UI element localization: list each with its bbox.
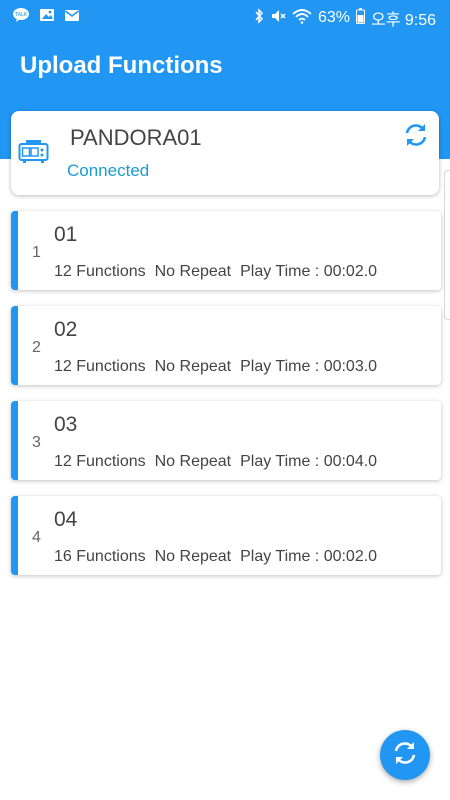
- status-bar: TALK 63% 오후 9:56: [0, 0, 450, 32]
- play-time: Play Time : 00:04.0: [240, 453, 378, 470]
- system-status: 63% 오후 9:56: [254, 6, 436, 30]
- function-list: 1 01 12 Functions No Repeat Play Time : 00…: [11, 211, 441, 591]
- battery-icon: [355, 7, 365, 29]
- function-count: 12 Functions: [54, 358, 146, 375]
- refresh-icon: [392, 741, 418, 770]
- play-time: Play Time : 00:02.0: [240, 548, 378, 565]
- function-count: 12 Functions: [54, 453, 146, 470]
- svg-text:TALK: TALK: [14, 12, 28, 18]
- device-panel-icon: [18, 139, 50, 170]
- list-item[interactable]: 4 04 16 Functions No Repeat Play Time : 00…: [11, 496, 441, 575]
- device-card: PANDORA01 Connected: [11, 111, 439, 195]
- device-name: PANDORA01: [70, 125, 202, 150]
- item-info: 16 Functions No Repeat Play Time : 00:02.0: [54, 548, 377, 566]
- repeat-mode: No Repeat: [154, 548, 232, 565]
- repeat-mode: No Repeat: [154, 358, 232, 375]
- function-count: 16 Functions: [54, 548, 146, 565]
- list-item[interactable]: 3 03 12 Functions No Repeat Play Time : 00…: [11, 401, 441, 480]
- item-index: 3: [32, 434, 41, 451]
- item-info: 12 Functions No Repeat Play Time : 00:04.0: [54, 453, 377, 471]
- item-name: 04: [54, 508, 78, 531]
- item-info: 12 Functions No Repeat Play Time : 00:03.0: [54, 358, 377, 376]
- item-info: 12 Functions No Repeat Play Time : 00:02.0: [54, 263, 377, 281]
- mail-icon: [64, 9, 80, 27]
- item-index: 1: [32, 244, 41, 261]
- connection-status: Connected: [67, 161, 150, 180]
- function-count: 12 Functions: [54, 263, 146, 280]
- mute-icon: [270, 8, 286, 29]
- scroll-handle[interactable]: [444, 170, 450, 320]
- play-time: Play Time : 00:03.0: [240, 358, 378, 375]
- clock: 오후 9:56: [370, 12, 436, 29]
- item-name: 01: [54, 223, 78, 246]
- notification-icons: TALK: [12, 7, 80, 28]
- repeat-mode: No Repeat: [154, 263, 232, 280]
- repeat-mode: No Repeat: [154, 453, 232, 470]
- gallery-icon: [39, 8, 55, 27]
- chat-bubble-icon: TALK: [12, 7, 30, 28]
- wifi-icon: [292, 8, 312, 29]
- battery-percent: 63%: [317, 9, 350, 26]
- bluetooth-icon: [254, 7, 264, 29]
- list-item[interactable]: 2 02 12 Functions No Repeat Play Time : 00…: [11, 306, 441, 385]
- list-item[interactable]: 1 01 12 Functions No Repeat Play Time : 00…: [11, 211, 441, 290]
- item-name: 03: [54, 413, 78, 436]
- item-name: 02: [54, 318, 78, 341]
- item-index: 2: [32, 339, 41, 356]
- refresh-icon[interactable]: [403, 123, 429, 152]
- item-index: 4: [32, 529, 41, 546]
- refresh-fab-button[interactable]: [380, 730, 430, 780]
- play-time: Play Time : 00:02.0: [240, 263, 378, 280]
- page-title: Upload Functions: [20, 52, 223, 79]
